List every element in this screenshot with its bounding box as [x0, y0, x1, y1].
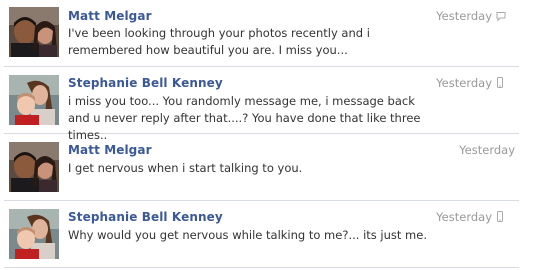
- message-text: I get nervous when i start talking to yo…: [68, 161, 303, 175]
- avatar[interactable]: [9, 75, 59, 125]
- chat-bubble-icon: [496, 11, 506, 22]
- message-timestamp: Yesterday: [436, 210, 492, 224]
- message-timestamp: Yesterday: [436, 9, 492, 23]
- mobile-phone-icon: [495, 211, 505, 222]
- avatar[interactable]: [9, 7, 59, 57]
- sender-name-link[interactable]: Matt Melgar: [68, 9, 152, 23]
- avatar[interactable]: [9, 209, 59, 259]
- message-item: Stephanie Bell Kenney Why would you get …: [4, 201, 519, 268]
- message-timestamp: Yesterday: [459, 143, 515, 157]
- message-item: Stephanie Bell Kenney i miss you too... …: [4, 67, 519, 142]
- message-text: Why would you get nervous while talking …: [68, 228, 427, 242]
- avatar[interactable]: [9, 142, 59, 192]
- message-item: Matt Melgar I've been looking through yo…: [4, 0, 519, 67]
- sender-name-link[interactable]: Stephanie Bell Kenney: [68, 76, 223, 90]
- message-timestamp: Yesterday: [436, 76, 492, 90]
- message-thread: Matt Melgar I've been looking through yo…: [0, 0, 548, 270]
- sender-name-link[interactable]: Stephanie Bell Kenney: [68, 210, 223, 224]
- mobile-phone-icon: [495, 77, 505, 88]
- message-item: Matt Melgar I get nervous when i start t…: [4, 134, 519, 201]
- sender-name-link[interactable]: Matt Melgar: [68, 143, 152, 157]
- message-text: I've been looking through your photos re…: [68, 26, 370, 57]
